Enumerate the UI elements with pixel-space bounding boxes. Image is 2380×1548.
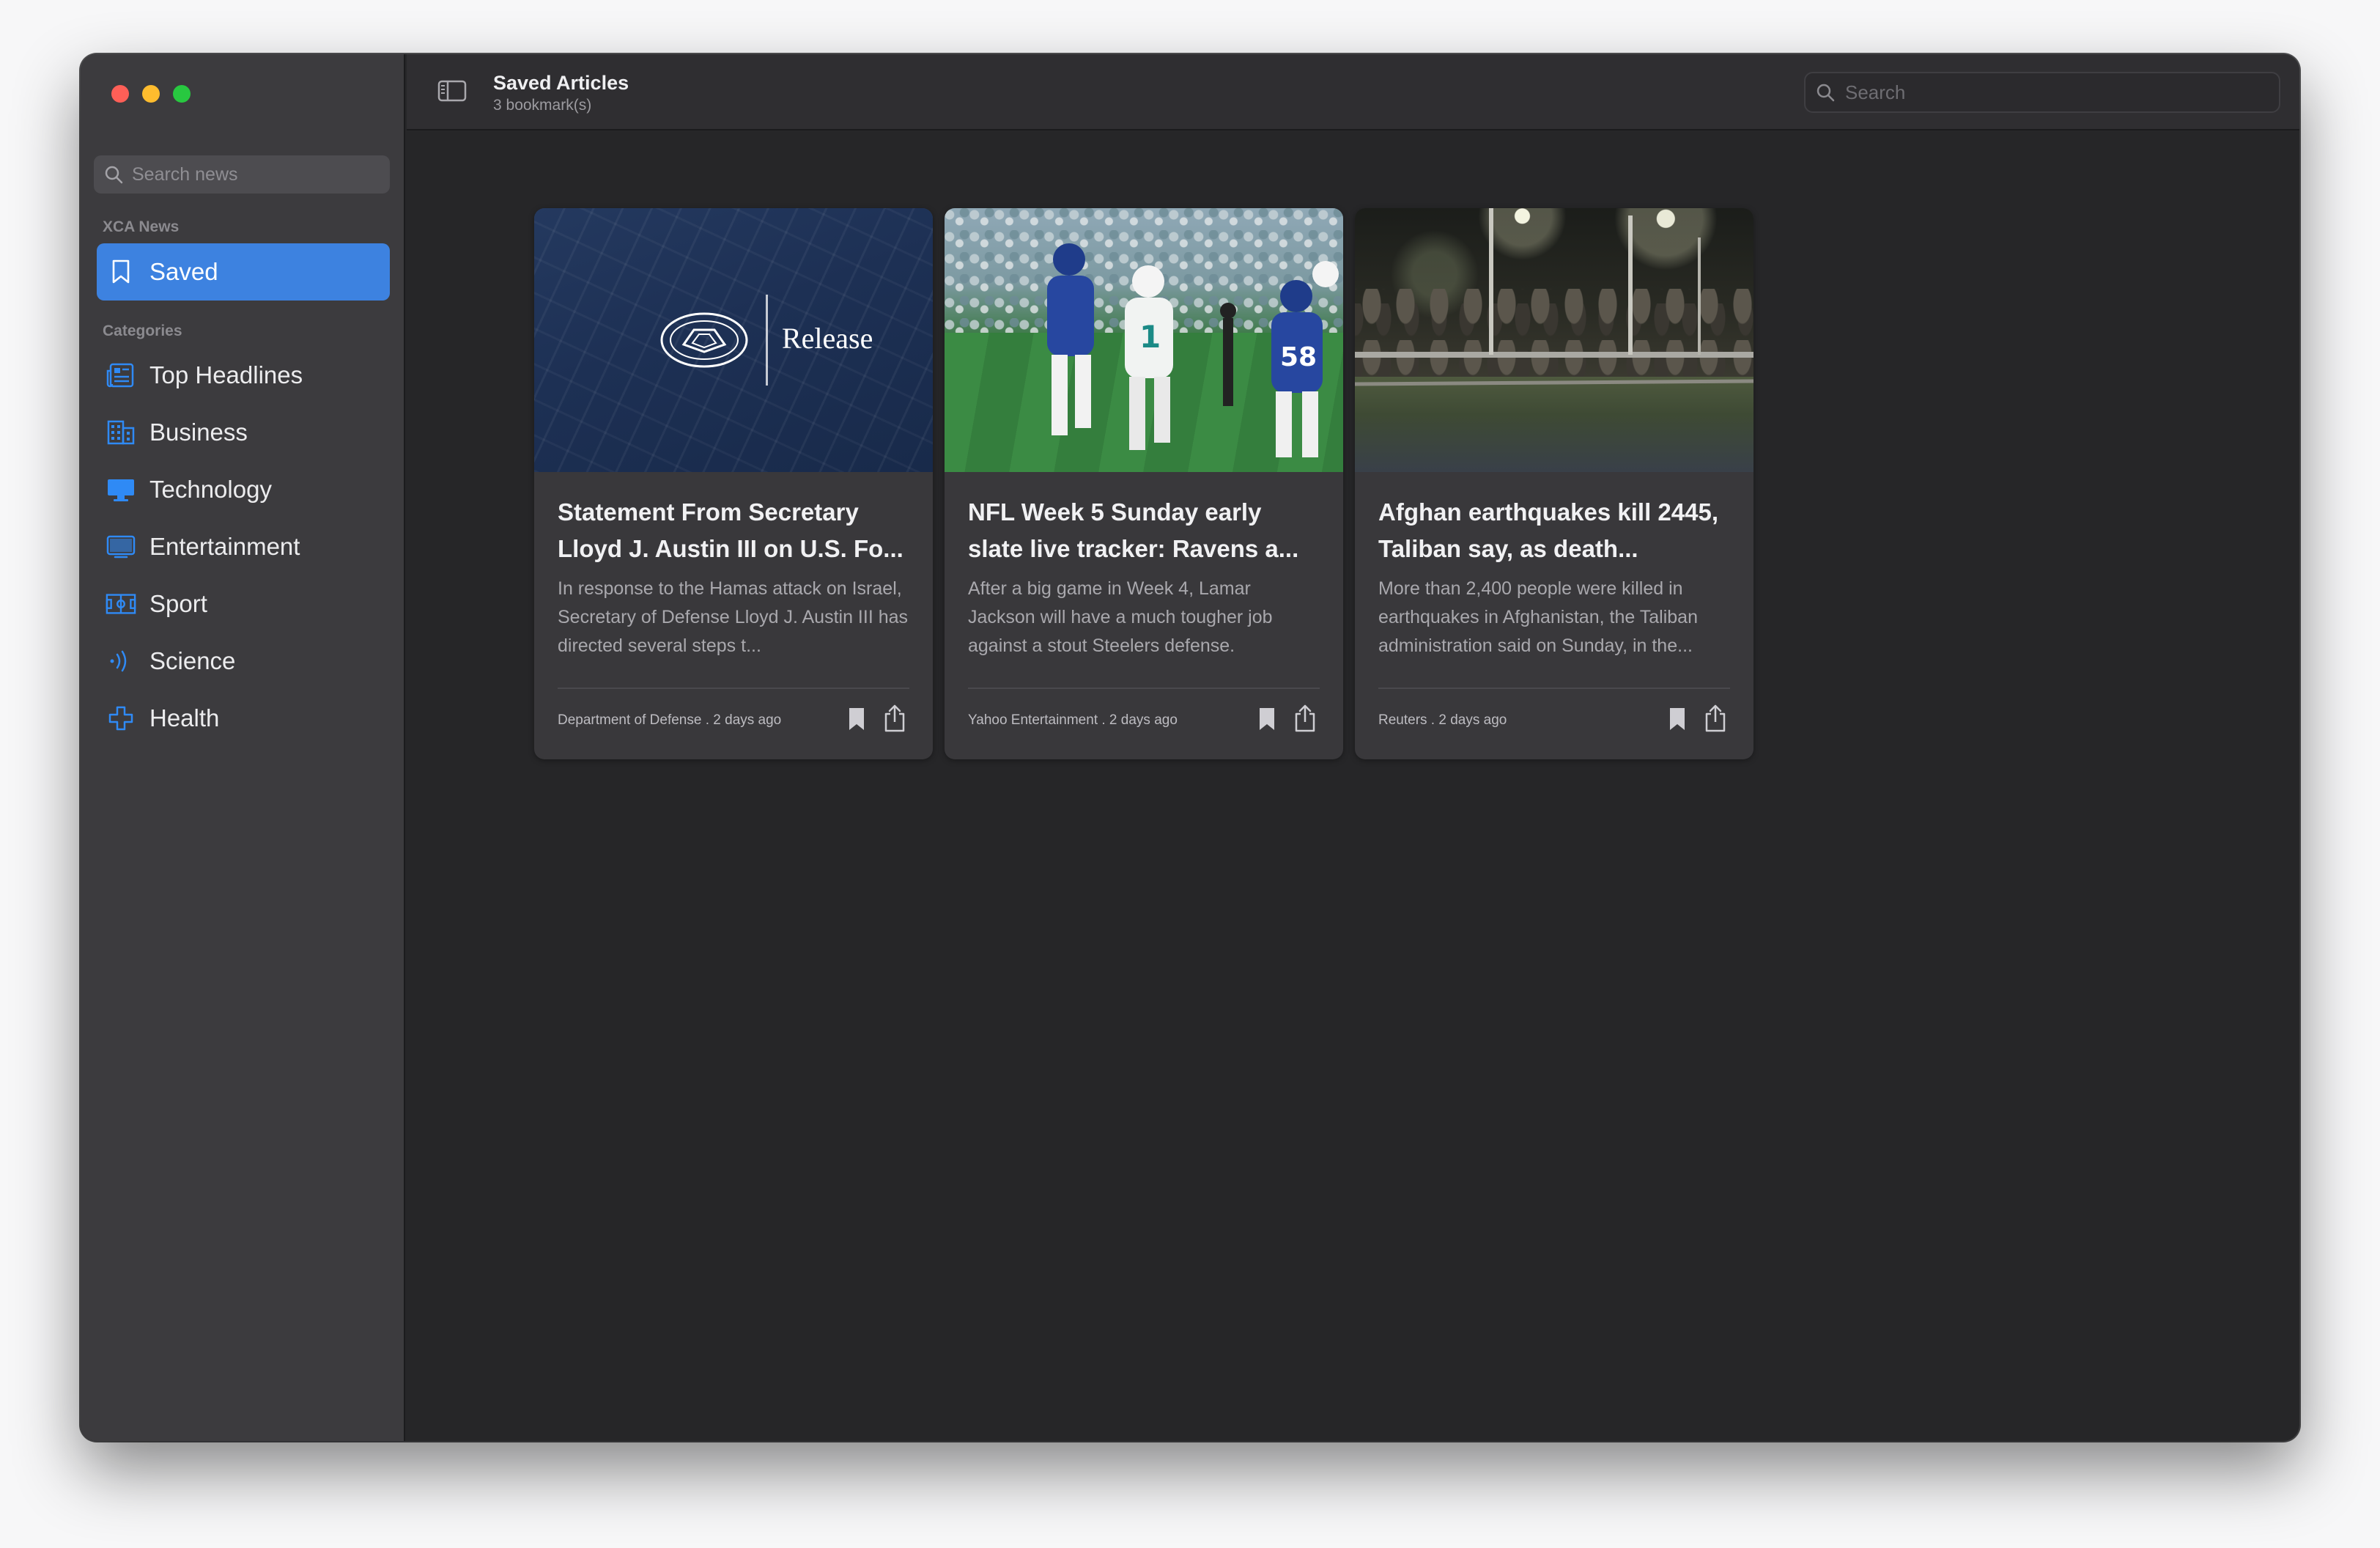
bookmark-icon [106,257,136,287]
divider [558,688,909,689]
article-source: Department of Defense . 2 days ago [558,712,782,728]
sidebar-toggle-icon [437,80,467,102]
wave-icon [106,646,136,677]
desktop-icon [106,474,136,505]
divider [968,688,1320,689]
share-icon [1295,704,1315,732]
sidebar-item-label: Saved [149,258,218,285]
article-title: Statement From Secretary Lloyd J. Austin… [558,498,903,562]
article-image: 1 58 [945,208,1343,472]
sidebar-search-placeholder: Search news [132,163,238,185]
article-image: Release [534,208,933,472]
article-title: NFL Week 5 Sunday early slate live track… [968,498,1299,562]
search-icon [1817,84,1835,102]
article-description: In response to the Hamas attack on Israe… [558,578,909,656]
article-card[interactable]: Afghan earthquakes kill 2445, Taliban sa… [1355,208,1753,759]
building-icon [106,417,136,448]
bookmark-button[interactable] [1668,707,1686,735]
article-card[interactable]: Release Statement From Secretary Lloyd J… [534,208,933,759]
zoom-window-button[interactable] [173,85,191,103]
article-source: Reuters . 2 days ago [1378,712,1507,728]
page-title: Saved Articles [493,72,629,94]
sidebar-item-label: Health [149,704,220,731]
sidebar-item-science[interactable]: Science [97,633,390,690]
article-source: Yahoo Entertainment . 2 days ago [968,712,1178,728]
sidebar-search-field[interactable]: Search news [94,155,390,194]
sport-field-icon [106,589,136,619]
bookmark-button[interactable] [1258,707,1276,735]
sidebar-item-label: Top Headlines [149,361,303,388]
saved-articles-grid: Release Statement From Secretary Lloyd J… [407,132,2299,1441]
share-button[interactable] [1704,704,1727,737]
image-caption: Release [782,322,873,355]
sidebar-item-label: Entertainment [149,533,300,560]
toolbar: Saved Articles 3 bookmark(s) Search [407,54,2299,130]
share-icon [884,704,905,732]
search-icon [105,166,123,184]
article-description: More than 2,400 people were killed in ea… [1378,578,1698,656]
share-icon [1705,704,1726,732]
article-card[interactable]: 1 58 NFL Week 5 Sunday early slate live … [945,208,1343,759]
toolbar-search-placeholder: Search [1845,81,1906,103]
divider [1378,688,1730,689]
window-controls [111,85,191,103]
section-label-app: XCA News [103,218,180,235]
tv-icon [106,531,136,562]
bookmark-filled-icon [849,708,864,730]
newspaper-icon [106,360,136,391]
football-players-image: 1 58 [1047,243,1339,457]
section-label-categories: Categories [103,322,182,339]
pentagon-seal-icon [660,312,748,368]
sidebar-item-label: Science [149,647,236,674]
toggle-sidebar-button[interactable] [437,79,467,106]
sidebar-item-saved[interactable]: Saved [97,243,390,301]
article-image [1355,208,1753,472]
share-button[interactable] [1293,704,1317,737]
minimize-window-button[interactable] [142,85,160,103]
app-window: Search news XCA News Saved Categories To… [81,54,2299,1441]
sidebar-item-health[interactable]: Health [97,690,390,747]
bookmark-filled-icon [1260,708,1274,730]
bookmark-count: 3 bookmark(s) [493,97,592,114]
sidebar-item-sport[interactable]: Sport [97,575,390,633]
svg-text:58: 58 [1280,342,1317,372]
sidebar-item-label: Sport [149,590,207,617]
share-button[interactable] [883,704,906,737]
sidebar-item-technology[interactable]: Technology [97,461,390,518]
sidebar-item-entertainment[interactable]: Entertainment [97,518,390,575]
sidebar-item-top-headlines[interactable]: Top Headlines [97,347,390,404]
bookmark-filled-icon [1670,708,1685,730]
cross-icon [106,703,136,734]
sidebar-item-label: Technology [149,476,272,503]
toolbar-search-field[interactable]: Search [1804,72,2280,113]
lamp-posts-image [1355,208,1753,386]
article-title: Afghan earthquakes kill 2445, Taliban sa… [1378,498,1719,562]
close-window-button[interactable] [111,85,129,103]
sidebar: Search news XCA News Saved Categories To… [81,54,405,1441]
sidebar-item-business[interactable]: Business [97,404,390,461]
svg-text:1: 1 [1139,319,1161,355]
sidebar-item-label: Business [149,419,248,446]
bookmark-button[interactable] [848,707,865,735]
article-description: After a big game in Week 4, Lamar Jackso… [968,578,1273,656]
